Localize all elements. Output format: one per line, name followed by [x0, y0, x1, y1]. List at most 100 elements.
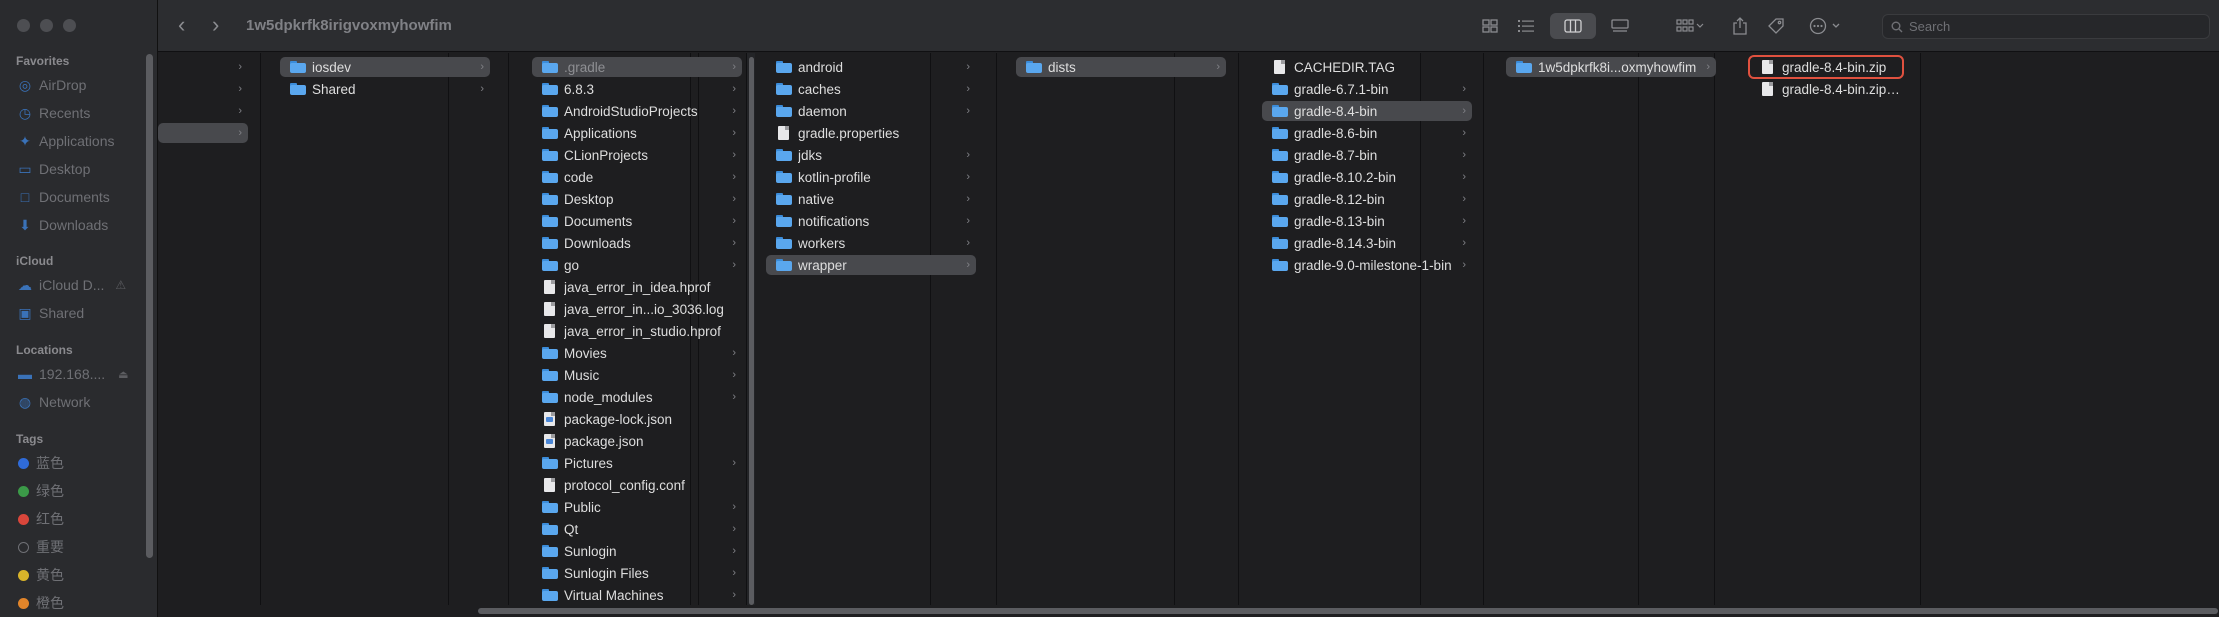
folder-row[interactable]: Pictures ›	[532, 453, 742, 473]
minimize-window-button[interactable]	[40, 19, 53, 32]
column-scroll-thumb[interactable]	[749, 57, 754, 605]
sidebar-item-label: 红色	[36, 511, 64, 527]
folder-row[interactable]: caches ›	[766, 79, 976, 99]
folder-row[interactable]: node_modules ›	[532, 387, 742, 407]
back-button[interactable]: ‹	[178, 12, 185, 38]
folder-row[interactable]: 1w5dpkrfk8i...oxmyhowfim ›	[1506, 57, 1716, 77]
folder-row[interactable]: Applications ›	[532, 123, 742, 143]
folder-row[interactable]: Documents ›	[532, 211, 742, 231]
folder-row[interactable]: jdks ›	[766, 145, 976, 165]
folder-row[interactable]: CLionProjects ›	[532, 145, 742, 165]
close-window-button[interactable]	[17, 19, 30, 32]
file-row[interactable]: gradle-8.4-bin.zip.lck	[1750, 79, 1902, 99]
item-name: caches	[798, 81, 841, 97]
folder-row[interactable]: dists ›	[1016, 57, 1226, 77]
file-row[interactable]: protocol_config.conf	[532, 475, 742, 495]
file-row[interactable]: ›	[158, 57, 248, 77]
sidebar-item[interactable]: ▣ Shared	[18, 302, 140, 324]
file-row[interactable]: java_error_in_studio.hprof	[532, 321, 742, 341]
share-button[interactable]	[1728, 14, 1752, 38]
folder-row[interactable]: code ›	[532, 167, 742, 187]
file-row[interactable]: ›	[158, 79, 248, 99]
folder-row[interactable]: .gradle ›	[532, 57, 742, 77]
sidebar-item[interactable]: ◍ Network	[18, 391, 140, 413]
sidebar-item[interactable]: ▬ 192.168.... ⏏	[18, 363, 140, 385]
folder-row[interactable]: android ›	[766, 57, 976, 77]
sidebar-item[interactable]: 红色	[18, 508, 140, 530]
eject-icon[interactable]: ⏏	[118, 368, 128, 381]
group-button[interactable]	[1672, 14, 1708, 38]
folder-row[interactable]: wrapper ›	[766, 255, 976, 275]
file-row[interactable]: package.json	[532, 431, 742, 451]
file-row[interactable]: ›	[158, 101, 248, 121]
file-row[interactable]: ›	[158, 123, 248, 143]
gallery-view-button[interactable]	[1608, 14, 1632, 38]
folder-row[interactable]: gradle-6.7.1-bin ›	[1262, 79, 1472, 99]
folder-row[interactable]: AndroidStudioProjects ›	[532, 101, 742, 121]
folder-row[interactable]: native ›	[766, 189, 976, 209]
sidebar-item[interactable]: 橙色	[18, 592, 140, 614]
file-row[interactable]: java_error_in...io_3036.log	[532, 299, 742, 319]
file-row[interactable]: CACHEDIR.TAG	[1262, 57, 1472, 77]
column-divider[interactable]	[508, 53, 509, 605]
folder-row[interactable]: Sunlogin ›	[532, 541, 742, 561]
sidebar-item[interactable]: 重要	[18, 536, 140, 558]
sidebar-item[interactable]: ▭ Desktop	[18, 158, 140, 180]
folder-row[interactable]: gradle-9.0-milestone-1-bin ›	[1262, 255, 1472, 275]
folder-row[interactable]: iosdev ›	[280, 57, 490, 77]
sidebar-scrollbar[interactable]	[146, 54, 153, 558]
search-field[interactable]: Search	[1882, 14, 2210, 39]
file-row[interactable]: gradle-8.4-bin.zip	[1748, 55, 1904, 79]
file-row[interactable]: gradle.properties	[766, 123, 976, 143]
column-divider[interactable]	[1238, 53, 1239, 605]
folder-row[interactable]: gradle-8.6-bin ›	[1262, 123, 1472, 143]
tags-button[interactable]	[1764, 14, 1788, 38]
file-row[interactable]: java_error_in_idea.hprof	[532, 277, 742, 297]
list-view-button[interactable]	[1514, 14, 1538, 38]
item-name: Applications	[564, 125, 637, 141]
folder-row[interactable]: Sunlogin Files ›	[532, 563, 742, 583]
folder-row[interactable]: daemon ›	[766, 101, 976, 121]
more-actions-button[interactable]	[1806, 14, 1844, 38]
sidebar-item[interactable]: ☁ iCloud D... ⚠	[18, 274, 140, 296]
folder-row[interactable]: Downloads ›	[532, 233, 742, 253]
folder-row[interactable]: gradle-8.13-bin ›	[1262, 211, 1472, 231]
folder-row[interactable]: Shared ›	[280, 79, 490, 99]
folder-row[interactable]: notifications ›	[766, 211, 976, 231]
folder-row[interactable]: gradle-8.10.2-bin ›	[1262, 167, 1472, 187]
folder-row[interactable]: Virtual Machines ›	[532, 585, 742, 605]
folder-row[interactable]: Public ›	[532, 497, 742, 517]
folder-row[interactable]: go ›	[532, 255, 742, 275]
sidebar-item[interactable]: ◎ AirDrop	[18, 74, 140, 96]
column-divider[interactable]	[1483, 53, 1484, 605]
folder-row[interactable]: Desktop ›	[532, 189, 742, 209]
sidebar-item[interactable]: ⬇ Downloads	[18, 214, 140, 236]
column-divider[interactable]	[260, 53, 261, 605]
folder-row[interactable]: Movies ›	[532, 343, 742, 363]
folder-row[interactable]: gradle-8.4-bin ›	[1262, 101, 1472, 121]
sidebar-item[interactable]: 黄色	[18, 564, 140, 586]
folder-row[interactable]: gradle-8.7-bin ›	[1262, 145, 1472, 165]
column-view-button[interactable]	[1561, 14, 1585, 38]
column-divider[interactable]	[996, 53, 997, 605]
folder-row[interactable]: 6.8.3 ›	[532, 79, 742, 99]
icon-view-button[interactable]	[1478, 14, 1502, 38]
chevron-right-icon: ›	[732, 567, 736, 579]
zoom-window-button[interactable]	[63, 19, 76, 32]
sidebar-item[interactable]: ◷ Recents	[18, 102, 140, 124]
horizontal-scrollbar[interactable]	[158, 605, 2219, 617]
sidebar-item[interactable]: □ Documents	[18, 186, 140, 208]
folder-row[interactable]: kotlin-profile ›	[766, 167, 976, 187]
sidebar-item[interactable]: ✦ Applications	[18, 130, 140, 152]
sidebar-item[interactable]: 绿色	[18, 480, 140, 502]
folder-row[interactable]: workers ›	[766, 233, 976, 253]
sidebar-item[interactable]: 蓝色	[18, 452, 140, 474]
folder-row[interactable]: Music ›	[532, 365, 742, 385]
folder-row[interactable]: Qt ›	[532, 519, 742, 539]
horizontal-scroll-thumb[interactable]	[478, 608, 2218, 614]
folder-row[interactable]: gradle-8.14.3-bin ›	[1262, 233, 1472, 253]
forward-button[interactable]: ›	[212, 12, 219, 38]
column-divider[interactable]	[1920, 53, 1921, 605]
folder-row[interactable]: gradle-8.12-bin ›	[1262, 189, 1472, 209]
file-row[interactable]: package-lock.json	[532, 409, 742, 429]
